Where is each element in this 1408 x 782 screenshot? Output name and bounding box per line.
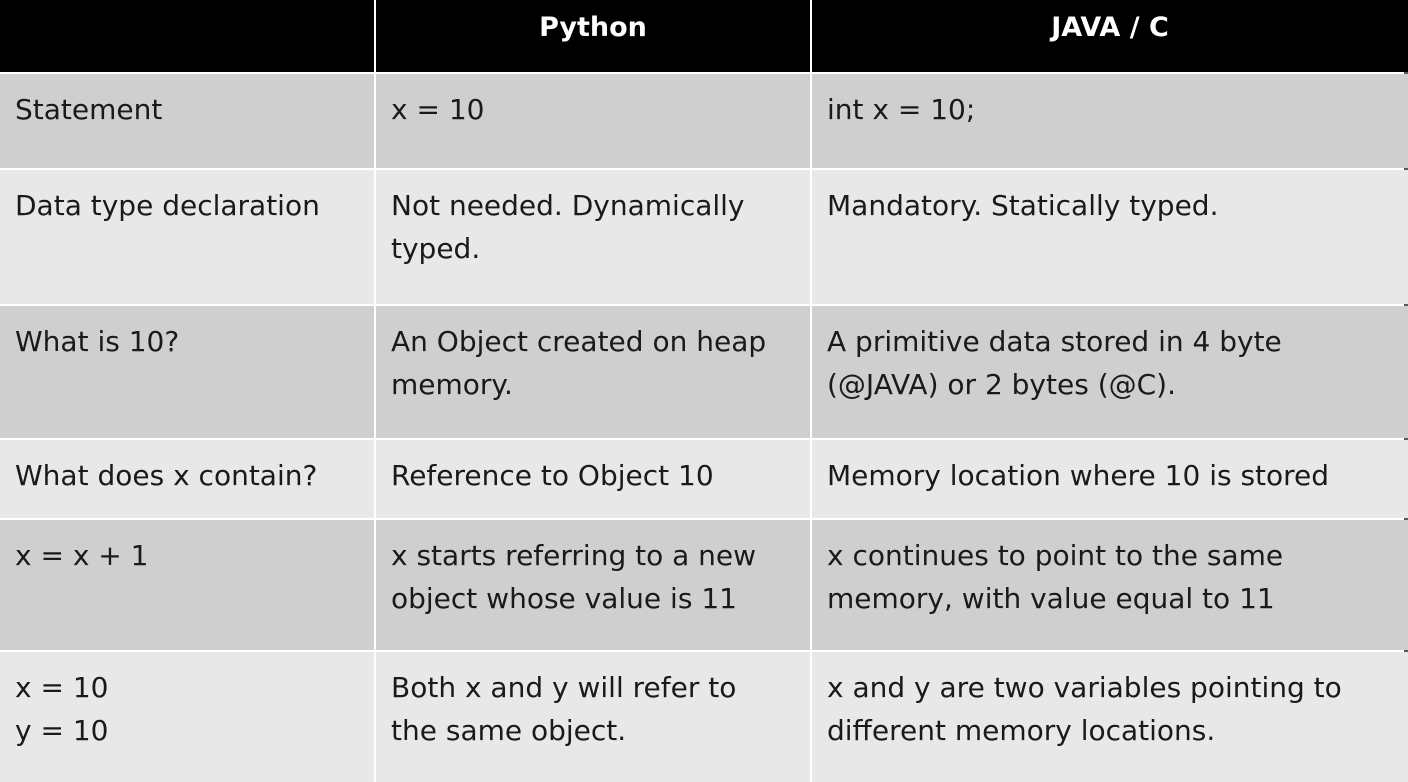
python-cell: Both x and y will refer to the same obje…: [376, 652, 810, 782]
comparison-table: Python JAVA / C Statement x = 10 int x =…: [0, 0, 1408, 782]
row-label: x = 10 y = 10: [0, 652, 374, 782]
row-label: Data type declaration: [0, 170, 374, 304]
java-c-cell: Mandatory. Statically typed.: [812, 170, 1408, 304]
python-cell: An Object created on heap memory.: [376, 306, 810, 438]
row-label: What does x contain?: [0, 440, 374, 518]
java-c-cell: A primitive data stored in 4 byte (@JAVA…: [812, 306, 1408, 438]
python-cell: x starts referring to a new object whose…: [376, 520, 810, 650]
java-c-cell: int x = 10;: [812, 74, 1408, 168]
java-c-cell: x continues to point to the same memory,…: [812, 520, 1408, 650]
java-c-cell: Memory location where 10 is stored: [812, 440, 1408, 518]
header-java-c: JAVA / C: [812, 0, 1408, 72]
row-label: Statement: [0, 74, 374, 168]
header-empty: [0, 0, 374, 72]
header-python: Python: [376, 0, 810, 72]
python-cell: Not needed. Dynamically typed.: [376, 170, 810, 304]
python-cell: Reference to Object 10: [376, 440, 810, 518]
row-label: x = x + 1: [0, 520, 374, 650]
row-label: What is 10?: [0, 306, 374, 438]
java-c-cell: x and y are two variables pointing to di…: [812, 652, 1408, 782]
python-cell: x = 10: [376, 74, 810, 168]
